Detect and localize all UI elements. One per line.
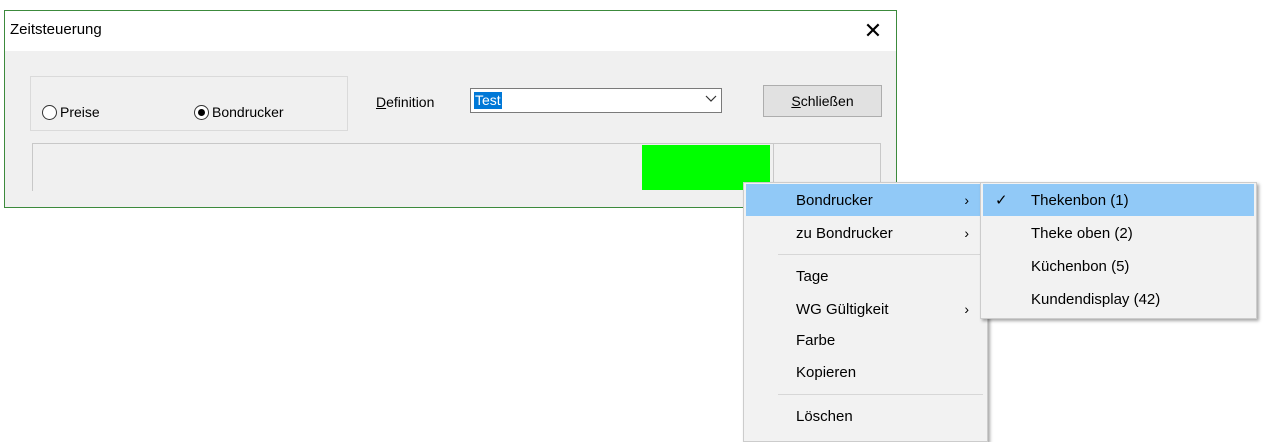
radio-circle-checked-icon bbox=[194, 104, 209, 120]
menu-item-label: Bondrucker bbox=[796, 191, 873, 209]
menu-item-label: Löschen bbox=[796, 407, 853, 425]
menu-separator bbox=[778, 394, 983, 395]
menu-separator bbox=[778, 254, 983, 255]
chevron-right-icon: › bbox=[964, 301, 969, 317]
menu-item-label: Kopieren bbox=[796, 363, 857, 381]
menu-item-label: zu Bondrucker bbox=[796, 224, 893, 242]
chevron-right-icon: › bbox=[964, 192, 969, 208]
definition-accel: D bbox=[376, 94, 387, 110]
menu-item-tage[interactable]: Tage bbox=[746, 260, 985, 292]
schliessen-accel: S bbox=[791, 93, 801, 109]
submenu-item-label: Thekenbon (1) bbox=[1031, 191, 1129, 209]
chevron-down-icon[interactable] bbox=[705, 92, 717, 106]
radio-preise[interactable]: Preise bbox=[42, 104, 100, 120]
menu-item-label: Tage bbox=[796, 267, 829, 285]
radio-bondrucker[interactable]: Bondrucker bbox=[194, 104, 284, 120]
menu-item-label: WG Gültigkeit bbox=[796, 300, 889, 318]
submenu-item-kundendisplay[interactable]: Kundendisplay (42) bbox=[983, 283, 1254, 315]
submenu-item-label: Kundendisplay (42) bbox=[1031, 290, 1161, 308]
title-bar: Zeitsteuerung ✕ bbox=[5, 11, 896, 51]
submenu-item-label: Küchenbon (5) bbox=[1031, 257, 1130, 275]
definition-label: Definition bbox=[376, 94, 434, 110]
window-title: Zeitsteuerung bbox=[10, 21, 102, 38]
menu-item-farbe[interactable]: Farbe bbox=[746, 324, 985, 356]
radio-circle-icon bbox=[42, 104, 57, 120]
menu-item-kopieren[interactable]: Kopieren bbox=[746, 356, 985, 388]
definition-value: Test bbox=[474, 92, 502, 109]
close-icon: ✕ bbox=[863, 18, 883, 43]
submenu-item-label: Theke oben (2) bbox=[1031, 224, 1133, 242]
menu-item-zu-bondrucker[interactable]: zu Bondrucker › bbox=[746, 217, 985, 249]
bondrucker-submenu: ✓ Thekenbon (1) Theke oben (2) Küchenbon… bbox=[980, 182, 1257, 319]
menu-item-loeschen[interactable]: Löschen bbox=[746, 400, 985, 432]
menu-item-label: Farbe bbox=[796, 331, 836, 349]
definition-label-rest: efinition bbox=[386, 94, 435, 110]
submenu-item-kuechenbon[interactable]: Küchenbon (5) bbox=[983, 250, 1254, 282]
close-window-button[interactable]: ✕ bbox=[850, 11, 896, 51]
submenu-item-theke-oben[interactable]: Theke oben (2) bbox=[983, 217, 1254, 249]
menu-item-bondrucker[interactable]: Bondrucker › bbox=[746, 184, 985, 216]
schliessen-button[interactable]: Schließen bbox=[763, 85, 882, 117]
chevron-right-icon: › bbox=[964, 225, 969, 241]
checkmark-icon: ✓ bbox=[995, 192, 1008, 209]
radio-bondrucker-label: Bondrucker bbox=[212, 104, 284, 120]
submenu-item-thekenbon[interactable]: ✓ Thekenbon (1) bbox=[983, 184, 1254, 216]
definition-combobox[interactable]: Test bbox=[470, 88, 722, 113]
menu-item-wg-gueltigkeit[interactable]: WG Gültigkeit › bbox=[746, 293, 985, 325]
context-menu: Bondrucker › zu Bondrucker › Tage WG Gül… bbox=[743, 182, 988, 442]
schliessen-label-rest: chließen bbox=[800, 93, 854, 109]
radio-preise-label: Preise bbox=[60, 104, 100, 120]
